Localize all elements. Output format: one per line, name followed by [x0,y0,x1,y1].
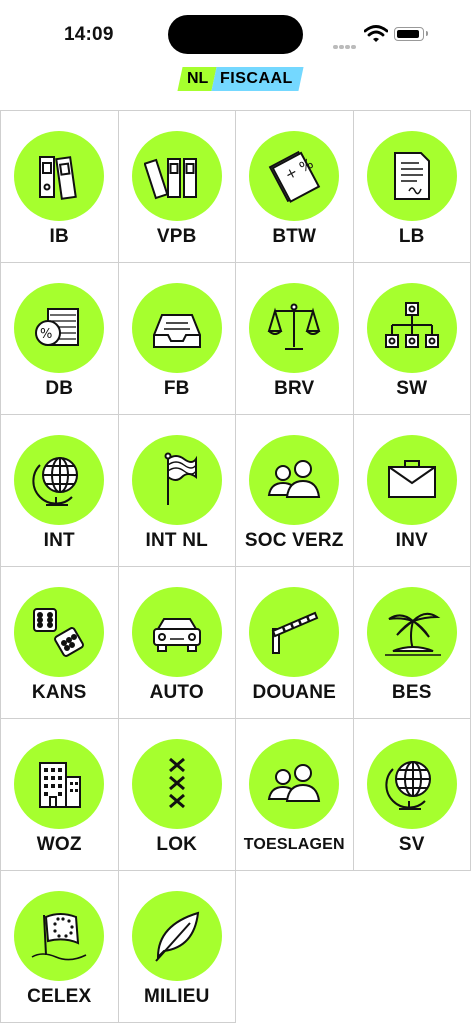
org-chart-icon [366,283,457,373]
empty-cell [236,871,354,1023]
brand-logo: NL FISCAAL [177,67,304,91]
tile-label: WOZ [36,834,82,855]
scales-icon [249,283,340,373]
binders-two-icon [14,131,105,221]
brand-fiscaal-text: FISCAAL [220,70,294,87]
tile-btw[interactable]: BTW [236,111,354,263]
palm-island-icon [366,587,457,677]
tile-milieu[interactable]: MILIEU [118,871,236,1023]
buildings-icon [14,739,105,829]
tile-vpb[interactable]: VPB [118,111,236,263]
wifi-icon [364,25,388,42]
tile-label: TOESLAGEN [243,836,345,853]
tile-label: AUTO [149,682,204,703]
cellular-signal-icon [333,36,357,54]
eu-flag-icon [14,891,105,981]
tile-db[interactable]: DB [1,263,119,415]
dynamic-island [168,15,303,54]
amsterdam-crosses-icon [131,739,222,829]
tile-label: INT NL [145,530,208,551]
percent-document-icon [249,131,340,221]
flag-icon [131,435,222,525]
tile-label: INT [43,530,75,551]
empty-cell [354,871,471,1023]
tile-label: FB [163,378,190,399]
tile-label: INV [395,530,428,551]
brand-nl-text: NL [187,70,209,87]
tile-label: SW [396,378,428,399]
globe-icon [366,739,457,829]
tile-label: IB [49,226,69,247]
tile-lok[interactable]: LOK [118,719,236,871]
tile-auto[interactable]: AUTO [118,567,236,719]
battery-icon [394,27,428,41]
tile-label: SOC VERZ [244,530,344,551]
tile-label: DB [45,378,74,399]
tile-sv[interactable]: SV [353,719,471,871]
tile-label: KANS [31,682,87,703]
tile-inv[interactable]: INV [353,415,471,567]
tile-label: BRV [274,378,315,399]
tile-bes[interactable]: BES [353,567,471,719]
tile-label: LOK [156,834,198,855]
tile-label: VPB [156,226,197,247]
tile-label: DOUANE [252,682,337,703]
signed-document-icon [366,131,457,221]
dice-icon [14,587,105,677]
binders-three-icon [131,131,222,221]
tile-label: MILIEU [143,986,210,1007]
tile-int-nl[interactable]: INT NL [118,415,236,567]
tile-fb[interactable]: FB [118,263,236,415]
tile-douane[interactable]: DOUANE [236,567,354,719]
tile-woz[interactable]: WOZ [1,719,119,871]
app-grid: IB VPB BTW LB DB FB BRV SW INT INT NL SOC VERZ INV K… [0,110,471,1023]
globe-icon [14,435,105,525]
status-time: 14:09 [64,24,114,45]
tile-kans[interactable]: KANS [1,567,119,719]
tile-label: CELEX [27,986,92,1007]
tile-int[interactable]: INT [1,415,119,567]
tile-sw[interactable]: SW [353,263,471,415]
tile-label: BTW [272,226,317,247]
tile-label: LB [398,226,425,247]
leaf-icon [131,891,222,981]
people-icon [249,739,340,829]
tile-soc-verz[interactable]: SOC VERZ [236,415,354,567]
tile-lb[interactable]: LB [353,111,471,263]
tile-label: BES [391,682,432,703]
percent-papers-icon [14,283,105,373]
briefcase-icon [366,435,457,525]
tile-brv[interactable]: BRV [236,263,354,415]
tile-ib[interactable]: IB [1,111,119,263]
barrier-icon [249,587,340,677]
inbox-tray-icon [131,283,222,373]
tile-celex[interactable]: CELEX [1,871,119,1023]
status-bar: 14:09 [0,0,471,62]
tile-label: SV [398,834,425,855]
car-icon [131,587,222,677]
tile-toeslagen[interactable]: TOESLAGEN [236,719,354,871]
people-icon [249,435,340,525]
